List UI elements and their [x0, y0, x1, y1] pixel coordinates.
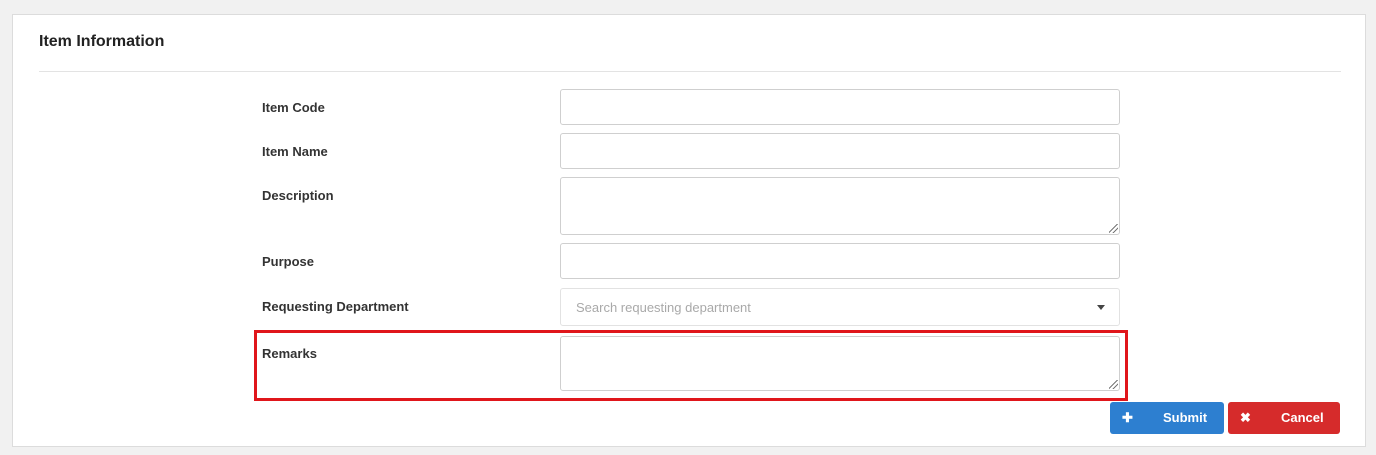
requesting-department-select[interactable]: Search requesting department [560, 288, 1120, 326]
item-information-panel: Item Information Item Code Item Name Des… [12, 14, 1366, 447]
purpose-label: Purpose [262, 254, 315, 269]
chevron-down-icon[interactable] [1097, 305, 1105, 310]
requesting-department-placeholder: Search requesting department [576, 300, 751, 315]
remarks-label: Remarks [262, 346, 317, 361]
description-resize-handle[interactable] [1109, 224, 1118, 233]
description-label: Description [262, 188, 334, 203]
plus-icon: ✚ [1122, 410, 1133, 425]
purpose-input[interactable] [560, 243, 1120, 279]
item-name-label: Item Name [262, 144, 328, 159]
item-code-input[interactable] [560, 89, 1120, 125]
item-name-input[interactable] [560, 133, 1120, 169]
item-code-label: Item Code [262, 100, 325, 115]
panel-title: Item Information [39, 33, 165, 50]
submit-button-label: Submit [1163, 410, 1208, 425]
cancel-button-label: Cancel [1281, 410, 1324, 425]
remarks-textarea[interactable] [560, 336, 1120, 391]
cancel-button[interactable]: ✖ Cancel [1228, 402, 1340, 434]
remarks-resize-handle[interactable] [1109, 380, 1118, 389]
requesting-department-label: Requesting Department [262, 299, 409, 314]
description-textarea[interactable] [560, 177, 1120, 235]
panel-divider [39, 71, 1341, 72]
submit-button[interactable]: ✚ Submit [1110, 402, 1224, 434]
close-icon: ✖ [1240, 410, 1251, 425]
